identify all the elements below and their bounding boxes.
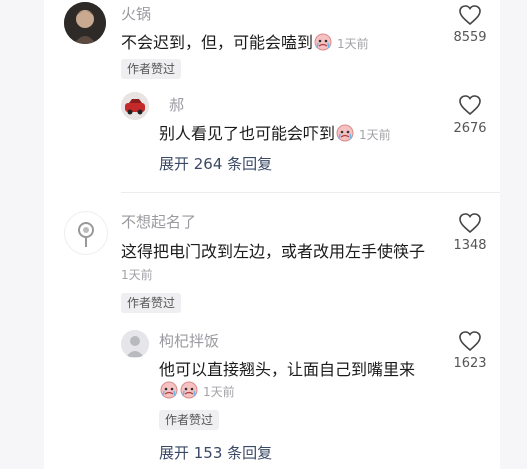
reply-author[interactable]: 枸杞拌饭 bbox=[159, 330, 219, 351]
crying-face-icon bbox=[160, 381, 178, 399]
user-photo-avatar[interactable] bbox=[64, 2, 106, 44]
lollipop-avatar[interactable] bbox=[64, 211, 108, 255]
heart-icon[interactable] bbox=[458, 4, 482, 26]
comment-author[interactable]: 不想起名了 bbox=[121, 211, 196, 232]
crying-face-icon bbox=[336, 124, 354, 142]
author-liked-badge: 作者赞过 bbox=[121, 293, 182, 313]
comment-text: 不会迟到，但，可能会嗑到 1天前 bbox=[121, 29, 369, 53]
reply-meta: 1天前 bbox=[159, 381, 235, 400]
like-count: 2676 bbox=[453, 121, 487, 136]
author-liked-badge: 作者赞过 bbox=[159, 410, 220, 430]
comment-text-content: 不会迟到，但，可能会嗑到 bbox=[121, 33, 314, 52]
reply-time: 1天前 bbox=[203, 385, 235, 399]
heart-icon[interactable] bbox=[458, 212, 482, 234]
red-car-avatar[interactable] bbox=[121, 92, 149, 120]
like-count: 1348 bbox=[453, 238, 487, 253]
right-margin bbox=[500, 0, 527, 469]
reply-text: 他可以直接翘头，让面自己到嘴里来 bbox=[159, 360, 416, 379]
crying-face-icon bbox=[180, 381, 198, 399]
reply-time: 1天前 bbox=[359, 128, 391, 142]
expand-replies-link[interactable]: 展开 153 条回复 bbox=[159, 442, 272, 463]
reply-author[interactable]: 郝 bbox=[169, 94, 184, 115]
reply-text-content: 别人看见了也可能会吓到 bbox=[159, 124, 336, 143]
like-count: 8559 bbox=[453, 30, 487, 45]
comment-time: 1天前 bbox=[337, 37, 369, 51]
like-count: 1623 bbox=[453, 356, 487, 371]
comment-time: 1天前 bbox=[121, 268, 153, 282]
comment-author[interactable]: 火锅 bbox=[121, 3, 151, 24]
divider bbox=[121, 192, 500, 193]
comment-text: 这得把电门改到左边，或者改用左手使筷子 bbox=[121, 242, 426, 261]
heart-icon[interactable] bbox=[458, 94, 482, 116]
default-user-avatar[interactable] bbox=[121, 330, 149, 358]
left-margin bbox=[0, 0, 44, 469]
expand-replies-link[interactable]: 展开 264 条回复 bbox=[159, 153, 272, 174]
author-liked-badge: 作者赞过 bbox=[121, 59, 182, 79]
reply-text: 别人看见了也可能会吓到 1天前 bbox=[159, 120, 391, 144]
crying-face-icon bbox=[314, 33, 332, 51]
comment-panel: 火锅 不会迟到，但，可能会嗑到 1天前 作者赞过 8559 郝 别人看见了也可能… bbox=[44, 0, 500, 469]
heart-icon[interactable] bbox=[458, 330, 482, 352]
